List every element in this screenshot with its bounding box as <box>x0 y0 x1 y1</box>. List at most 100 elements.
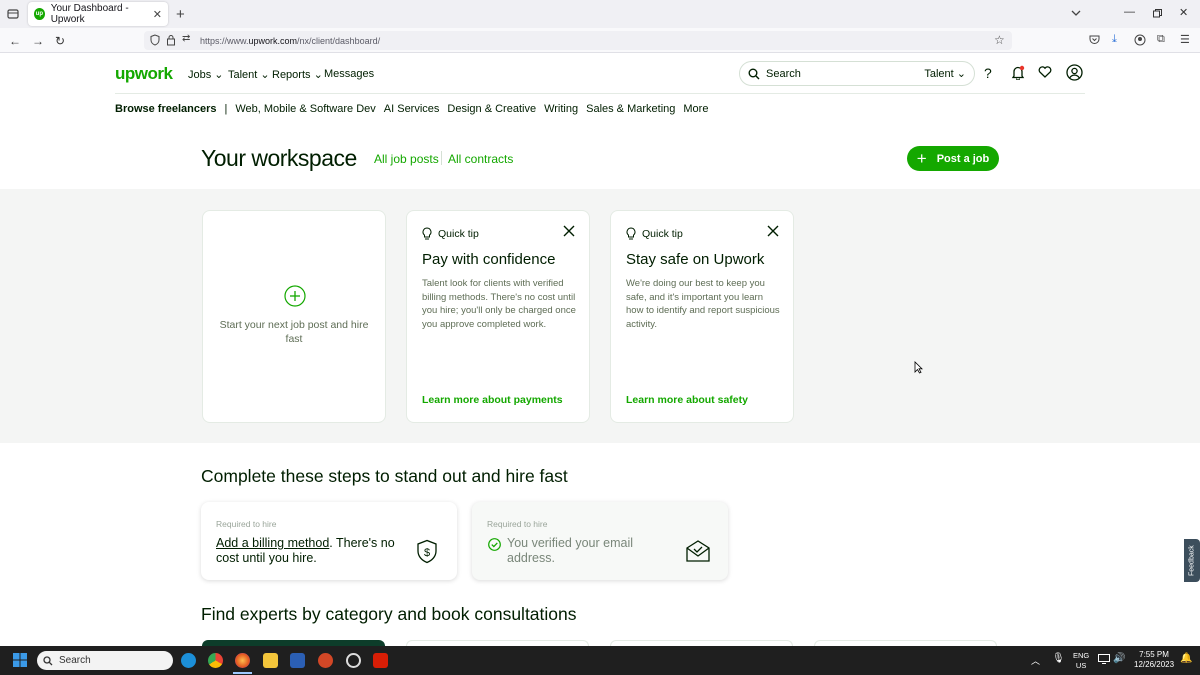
file-explorer-icon[interactable] <box>263 653 278 668</box>
category-more[interactable]: More <box>683 103 708 115</box>
pocket-icon[interactable] <box>1089 35 1100 45</box>
category-web-mobile[interactable]: Web, Mobile & Software Dev <box>235 103 375 115</box>
search-input[interactable]: Search <box>766 68 801 80</box>
add-circle-icon[interactable] <box>284 285 306 307</box>
extensions-icon[interactable]: ⧉ <box>1157 33 1165 46</box>
tip-card-safety: Quick tip Stay safe on Upwork We're doin… <box>610 210 794 423</box>
language-indicator[interactable]: ENG US <box>1073 651 1089 671</box>
taskbar-search[interactable]: Search <box>37 651 173 670</box>
all-job-posts-link[interactable]: All job posts <box>374 152 439 166</box>
obs-icon[interactable] <box>346 653 361 668</box>
post-job-label: Post a job <box>936 152 990 165</box>
search-scope-dropdown[interactable]: Talent ⌄ <box>924 67 966 80</box>
upwork-logo[interactable]: upwork <box>115 64 173 84</box>
category-nav: Browse freelancers | Web, Mobile & Softw… <box>115 103 708 115</box>
step-billing-card[interactable]: Required to hire Add a billing method. T… <box>201 502 457 580</box>
browser-tab[interactable]: up Your Dashboard - Upwork ✕ <box>28 2 168 26</box>
favorites-heart-icon[interactable] <box>1038 66 1052 78</box>
url-domain: upwork.com <box>248 35 298 46</box>
learn-more-safety-link[interactable]: Learn more about safety <box>626 394 748 406</box>
tip-title: Pay with confidence <box>422 251 556 268</box>
upwork-header: upwork Jobs ⌄ Talent ⌄ Reports ⌄ Message… <box>0 53 1200 93</box>
nav-reports[interactable]: Reports ⌄ <box>272 68 323 81</box>
category-sales[interactable]: Sales & Marketing <box>586 103 675 115</box>
search-bar[interactable]: Search Talent ⌄ <box>739 61 975 86</box>
tip-header: Quick tip <box>626 227 683 240</box>
new-job-post-card[interactable]: Start your next job post and hire fast <box>202 210 386 423</box>
reload-icon[interactable]: ↻ <box>55 34 65 48</box>
tip-body: We're doing our best to keep you safe, a… <box>626 278 780 330</box>
tip-title: Stay safe on Upwork <box>626 251 765 268</box>
step-email-text: You verified your email address. <box>507 536 633 565</box>
tab-list-icon[interactable] <box>1071 9 1081 17</box>
category-writing[interactable]: Writing <box>544 103 578 115</box>
search-icon <box>748 68 760 79</box>
plus-icon: + <box>916 149 927 168</box>
svg-text:$: $ <box>424 547 430 559</box>
acrobat-icon[interactable] <box>373 653 388 668</box>
downloads-icon[interactable]: ⤓ <box>1112 33 1117 46</box>
email-verified-icon <box>685 539 711 563</box>
close-icon[interactable] <box>563 225 575 237</box>
profile-avatar-icon[interactable] <box>1066 64 1083 81</box>
account-icon[interactable] <box>1134 34 1146 46</box>
required-label: Required to hire <box>216 519 277 529</box>
back-icon[interactable]: ← <box>9 34 21 48</box>
search-icon <box>43 655 53 665</box>
nav-messages[interactable]: Messages <box>324 68 374 80</box>
menu-icon[interactable]: ☰ <box>1180 33 1190 46</box>
minimize-icon[interactable]: — <box>1124 6 1135 18</box>
workspace-band <box>0 189 1200 443</box>
firefox-icon[interactable] <box>235 653 250 668</box>
microphone-icon[interactable]: 🎙 <box>1052 653 1065 664</box>
lock-icon <box>166 34 176 46</box>
lightbulb-icon <box>626 227 636 240</box>
close-window-icon[interactable]: ✕ <box>1179 6 1188 19</box>
nav-talent-label: Talent <box>228 69 258 81</box>
notifications-icon[interactable]: 🔔 <box>1180 653 1192 664</box>
active-app-indicator <box>233 672 252 674</box>
windows-start-icon[interactable] <box>13 653 27 667</box>
nav-talent[interactable]: Talent ⌄ <box>228 68 270 81</box>
edge-icon[interactable] <box>181 653 196 668</box>
chrome-icon[interactable] <box>208 653 223 668</box>
bookmark-star-icon[interactable]: ☆ <box>994 33 1005 47</box>
category-separator: | <box>224 103 228 115</box>
category-ai-services[interactable]: AI Services <box>384 103 440 115</box>
close-icon[interactable] <box>767 225 779 237</box>
add-billing-method-link[interactable]: Add a billing method <box>216 536 329 550</box>
all-contracts-link[interactable]: All contracts <box>448 152 513 166</box>
help-icon[interactable]: ? <box>984 65 992 81</box>
chevron-up-icon[interactable]: ︿ <box>1031 654 1040 667</box>
feedback-tab[interactable]: Feedback <box>1184 539 1200 582</box>
tip-header-label: Quick tip <box>642 227 683 240</box>
tab-overview-icon[interactable] <box>7 8 19 20</box>
restore-icon[interactable] <box>1153 9 1162 18</box>
region-code: US <box>1075 661 1087 670</box>
browse-freelancers-link[interactable]: Browse freelancers <box>115 103 217 115</box>
check-circle-icon <box>488 538 501 551</box>
forward-icon[interactable]: → <box>32 34 44 48</box>
close-tab-icon[interactable]: ✕ <box>153 8 162 21</box>
powerpoint-icon[interactable] <box>318 653 333 668</box>
permissions-icon[interactable]: ⇄ <box>182 33 190 44</box>
system-clock[interactable]: 7:55 PM 12/26/2023 <box>1134 650 1174 670</box>
notifications-bell-icon[interactable] <box>1011 65 1025 80</box>
mouse-cursor <box>914 361 923 374</box>
display-icon[interactable] <box>1098 654 1110 664</box>
nav-reports-label: Reports <box>272 69 311 81</box>
post-job-button[interactable]: + Post a job <box>907 146 999 171</box>
category-design[interactable]: Design & Creative <box>447 103 536 115</box>
url-bar[interactable]: ⇄ https://www. upwork.com/nx/client/dashb… <box>144 31 1012 50</box>
find-experts-heading: Find experts by category and book consul… <box>201 604 577 624</box>
word-icon[interactable] <box>290 653 305 668</box>
tip-card-payments: Quick tip Pay with confidence Talent loo… <box>406 210 590 423</box>
clock-time: 7:55 PM <box>1139 650 1169 659</box>
link-divider <box>441 151 442 165</box>
nav-jobs[interactable]: Jobs ⌄ <box>188 68 224 81</box>
url-prefix: https://www. <box>200 35 249 46</box>
learn-more-payments-link[interactable]: Learn more about payments <box>422 394 563 406</box>
volume-icon[interactable]: 🔊 <box>1113 653 1125 664</box>
new-tab-icon[interactable]: + <box>176 6 185 23</box>
step-text: Add a billing method. There's no cost un… <box>216 536 406 566</box>
